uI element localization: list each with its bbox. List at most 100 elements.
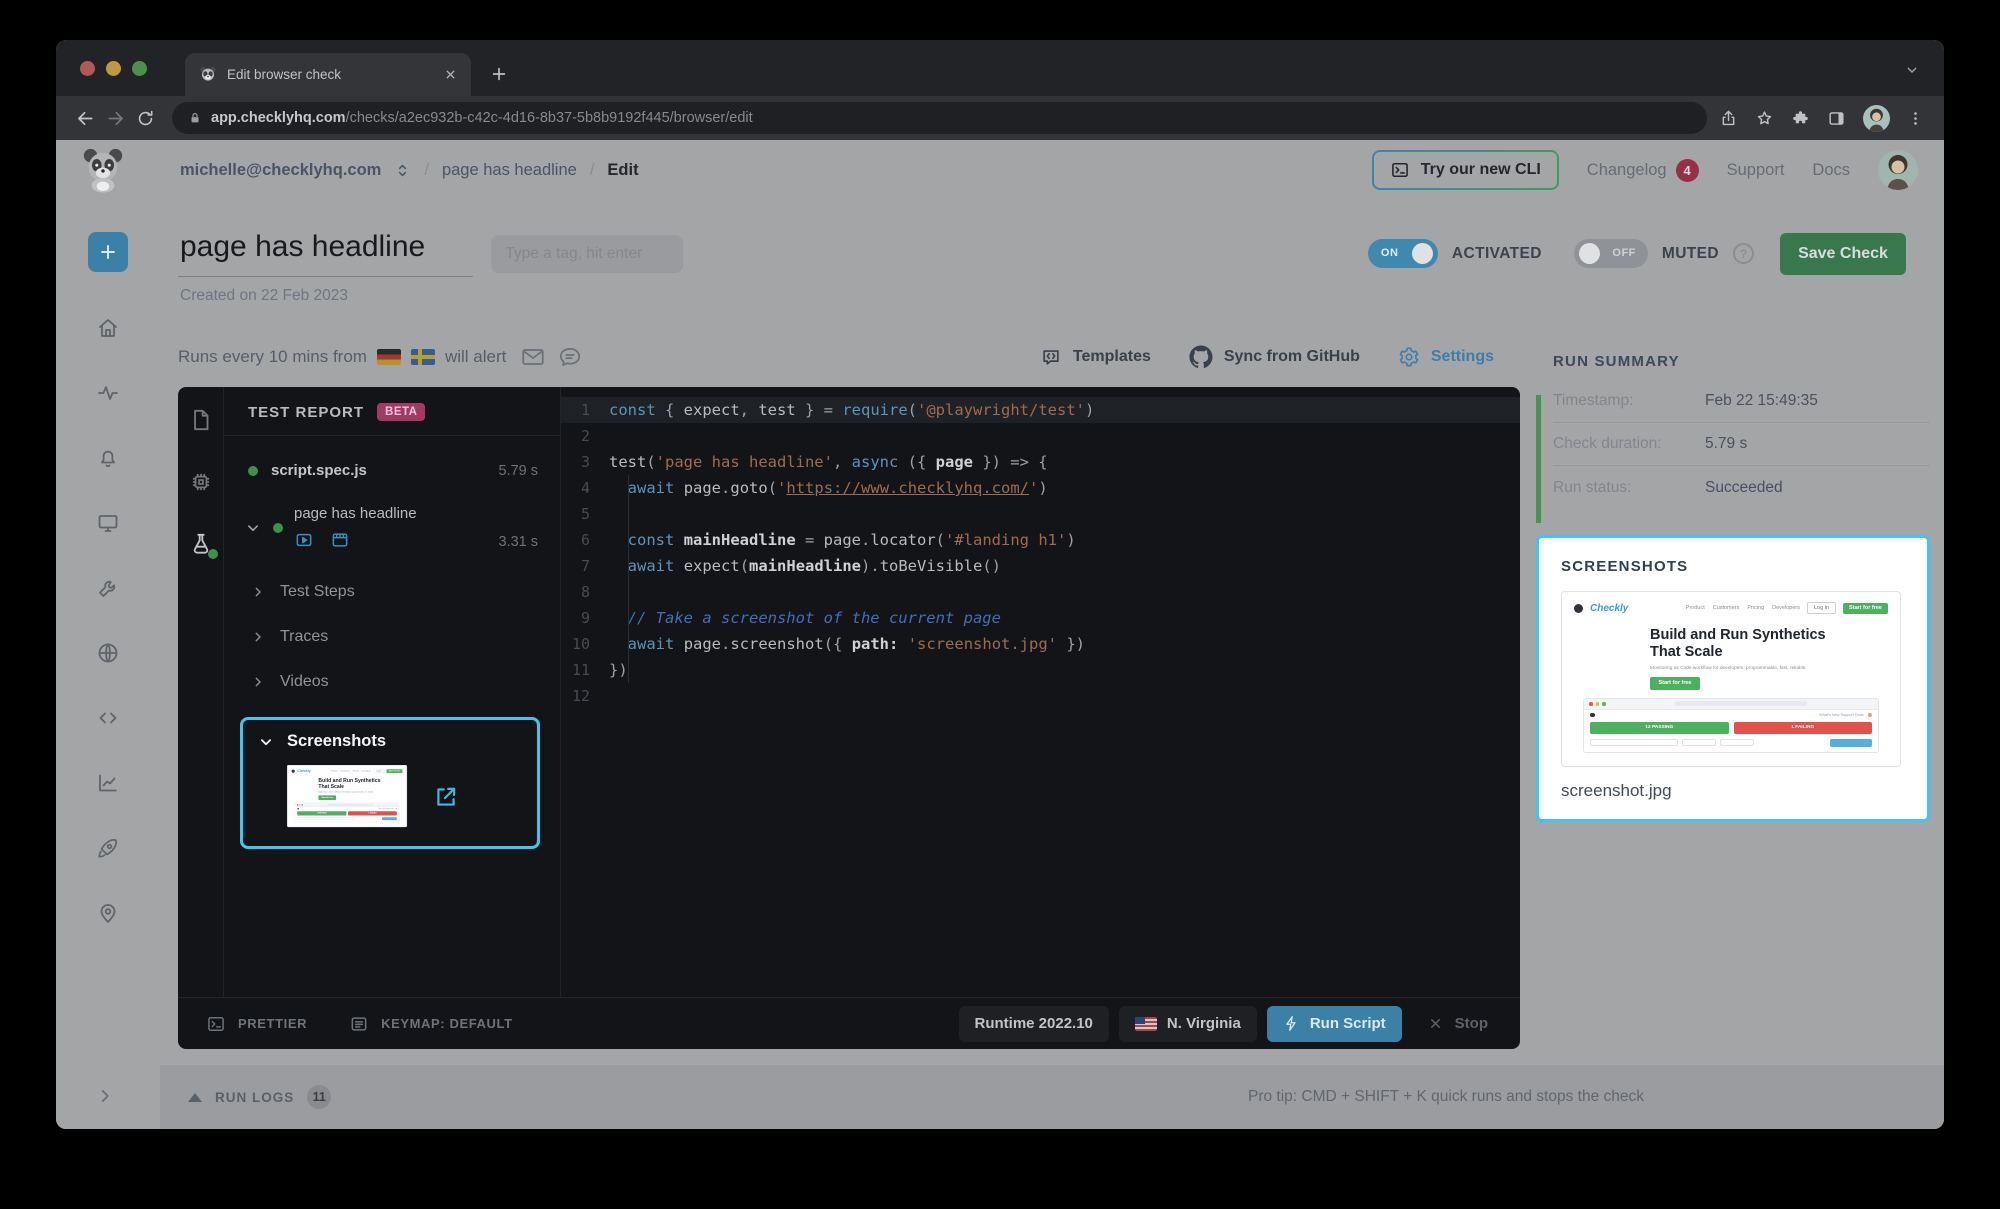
changelog-link[interactable]: Changelog 4	[1587, 159, 1699, 182]
code-line-9[interactable]: 9 // Take a screenshot of the current pa…	[561, 605, 1520, 631]
side-panel-icon[interactable]	[1827, 109, 1846, 128]
save-check-button[interactable]: Save Check	[1780, 233, 1906, 275]
browser-profile-avatar[interactable]	[1863, 105, 1890, 132]
tree-item-videos[interactable]: Videos	[250, 670, 560, 694]
checkly-logo[interactable]	[80, 147, 126, 193]
video-icon[interactable]	[294, 530, 314, 550]
code-line-5[interactable]: 5	[561, 501, 1520, 527]
forward-icon[interactable]	[100, 103, 130, 133]
muted-toggle[interactable]: OFF	[1574, 239, 1648, 268]
dependencies-chip-icon[interactable]	[188, 469, 214, 495]
run-logs-toggle[interactable]: RUN LOGS 11	[188, 1085, 331, 1109]
us-flag-icon	[1135, 1017, 1157, 1031]
docs-link[interactable]: Docs	[1812, 161, 1850, 180]
run-logs-count-badge: 11	[307, 1085, 331, 1109]
spec-file-row[interactable]: script.spec.js 5.79 s	[224, 462, 560, 479]
sync-github-button[interactable]: Sync from GitHub	[1189, 345, 1360, 369]
maximize-window-button[interactable]	[132, 61, 147, 76]
dashboards-monitor-icon[interactable]	[96, 511, 120, 535]
toggle-knob	[1412, 243, 1433, 264]
share-icon[interactable]	[1719, 109, 1738, 128]
back-icon[interactable]	[70, 103, 100, 133]
chevron-right-icon	[250, 584, 266, 600]
templates-button[interactable]: Templates	[1040, 346, 1151, 368]
code-line-10[interactable]: 10 await page.screenshot({ path: 'screen…	[561, 631, 1520, 657]
support-link[interactable]: Support	[1727, 161, 1785, 180]
sidebar-expand-chevron-icon[interactable]	[94, 1085, 116, 1107]
runtime-selector[interactable]: Runtime 2022.10	[959, 1006, 1109, 1042]
code-line-1[interactable]: 1const { expect, test } = require('@play…	[561, 397, 1520, 423]
test-report-flask-icon[interactable]	[188, 531, 214, 557]
screenshots-tree-toggle[interactable]: Screenshots	[257, 732, 523, 751]
germany-flag-icon	[377, 349, 401, 365]
code-line-4[interactable]: 4 await page.goto('https://www.checklyhq…	[561, 475, 1520, 501]
account-sort-icon[interactable]	[394, 162, 411, 179]
account-switcher[interactable]: michelle@checklyhq.com	[180, 161, 381, 180]
breadcrumb-separator: /	[590, 161, 595, 180]
muted-help-icon[interactable]: ?	[1733, 243, 1754, 264]
file-icon[interactable]	[188, 407, 214, 433]
tree-item-test-steps[interactable]: Test Steps	[250, 580, 560, 604]
browser-tab[interactable]: Edit browser check	[185, 53, 471, 96]
terminal-icon	[1390, 160, 1410, 180]
private-locations-globe-icon[interactable]	[96, 641, 120, 665]
user-avatar[interactable]	[1878, 150, 1918, 190]
code-line-12[interactable]: 12	[561, 683, 1520, 709]
chevron-down-icon[interactable]	[244, 519, 262, 537]
analytics-chart-icon[interactable]	[96, 771, 120, 795]
browser-menu-icon[interactable]	[1907, 110, 1924, 127]
tree-item-traces[interactable]: Traces	[250, 625, 560, 649]
region-label: N. Virginia	[1167, 1015, 1241, 1032]
extensions-puzzle-icon[interactable]	[1791, 109, 1810, 128]
stop-button[interactable]: Stop	[1412, 1006, 1504, 1042]
minimize-window-button[interactable]	[106, 61, 121, 76]
activated-toggle[interactable]: ON	[1368, 239, 1438, 268]
alerts-bell-icon[interactable]	[96, 446, 120, 470]
tab-search-chevron-icon[interactable]	[1904, 62, 1920, 78]
code-area[interactable]: 1const { expect, test } = require('@play…	[560, 387, 1520, 997]
thumb-navbar: Checkly ProductCustomersPricingDeveloper…	[292, 769, 403, 773]
url-bar[interactable]: app.checklyhq.com/checks/a2ec932b-c42c-4…	[172, 102, 1707, 134]
code-line-3[interactable]: 3test('page has headline', async ({ page…	[561, 449, 1520, 475]
maintenance-wrench-icon[interactable]	[96, 576, 120, 600]
try-cli-label: Try our new CLI	[1421, 161, 1541, 179]
create-new-button[interactable]	[88, 232, 128, 272]
thumb-start-button: Start for free	[1650, 677, 1700, 690]
success-dot	[273, 523, 283, 533]
activity-icon[interactable]	[96, 381, 120, 405]
sms-bubble-icon[interactable]	[557, 344, 583, 370]
prettier-button[interactable]: PRETTIER	[206, 1014, 307, 1034]
try-cli-button[interactable]: Try our new CLI	[1372, 150, 1559, 190]
screenshot-thumbnail-small[interactable]: Checkly ProductCustomersPricingDeveloper…	[287, 765, 407, 828]
region-selector[interactable]: N. Virginia	[1119, 1006, 1257, 1042]
code-line-7[interactable]: 7 await expect(mainHeadline).toBeVisible…	[561, 553, 1520, 579]
screenshot-preview[interactable]: Checkly ProductCustomersPricingDeveloper…	[1561, 591, 1905, 767]
snippets-code-icon[interactable]	[96, 706, 120, 730]
check-title-input[interactable]: page has headline	[178, 230, 473, 277]
settings-button[interactable]: Settings	[1398, 346, 1494, 368]
reload-icon[interactable]	[130, 103, 160, 133]
external-link-icon[interactable]	[433, 784, 459, 810]
new-tab-button[interactable]	[489, 64, 509, 84]
code-line-8[interactable]: 8	[561, 579, 1520, 605]
test-case-row[interactable]: page has headline 3.31 s	[224, 505, 560, 550]
locations-pin-icon[interactable]	[96, 901, 120, 925]
code-line-6[interactable]: 6 const mainHeadline = page.locator('#la…	[561, 527, 1520, 553]
close-window-button[interactable]	[80, 61, 95, 76]
chevron-right-icon	[250, 674, 266, 690]
home-icon[interactable]	[96, 316, 120, 340]
code-line-2[interactable]: 2	[561, 423, 1520, 449]
quickstart-rocket-icon[interactable]	[96, 836, 120, 860]
mini-avatar	[395, 808, 397, 810]
code-line-11[interactable]: 11})	[561, 657, 1520, 683]
tab-close-icon[interactable]	[444, 68, 457, 81]
tag-input[interactable]	[491, 235, 683, 273]
breadcrumb-check-link[interactable]: page has headline	[442, 161, 577, 180]
keymap-button[interactable]: KEYMAP: DEFAULT	[349, 1014, 513, 1034]
toolbar-icons	[1719, 105, 1924, 132]
bookmark-star-icon[interactable]	[1755, 109, 1774, 128]
thumb-login-button: Log in	[374, 769, 384, 773]
email-icon[interactable]	[520, 344, 546, 370]
run-script-button[interactable]: Run Script	[1267, 1006, 1402, 1042]
browser-window-icon[interactable]	[330, 530, 350, 550]
